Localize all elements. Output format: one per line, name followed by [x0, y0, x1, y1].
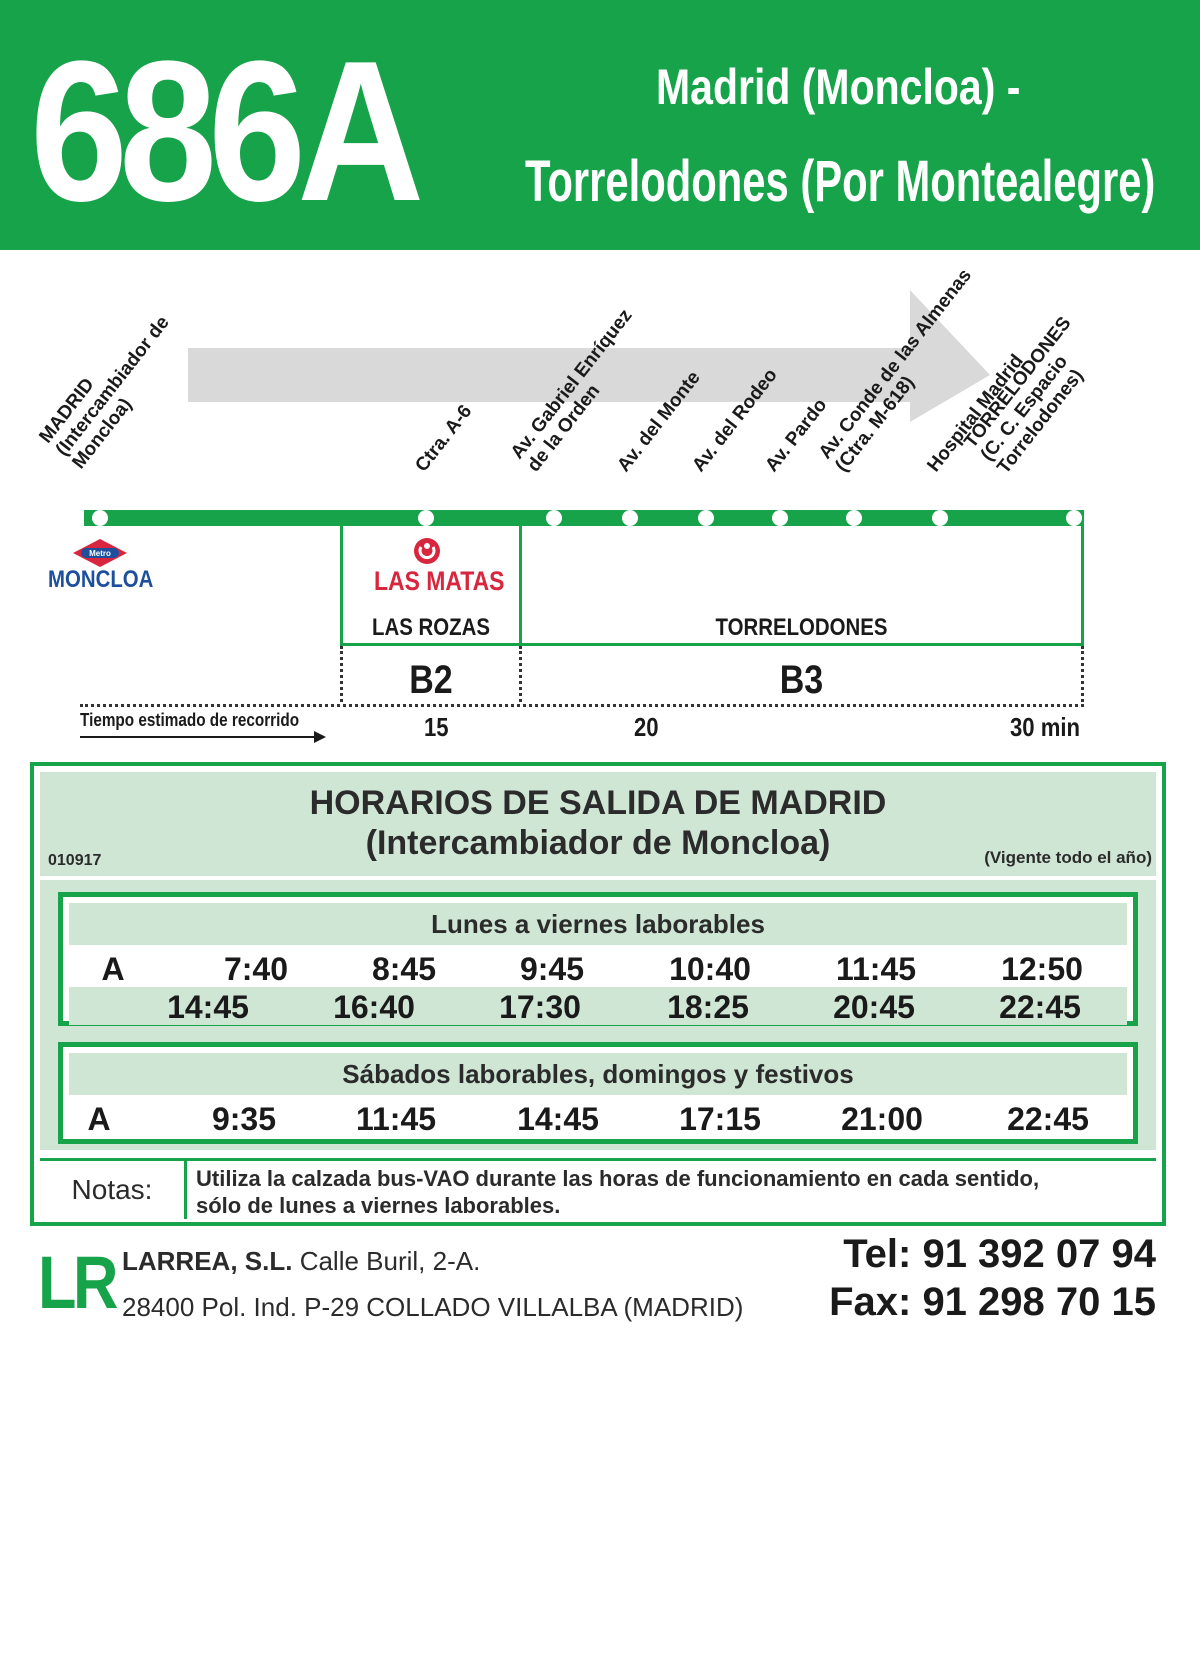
- stop-dot: [546, 510, 562, 526]
- metro-station-name: MONCLOA: [48, 566, 154, 593]
- route-number: 686A: [30, 20, 424, 243]
- svg-text:Metro: Metro: [89, 549, 111, 558]
- notes-text: Utiliza la calzada bus-VAO durante las h…: [196, 1165, 1152, 1219]
- stop-dot: [622, 510, 638, 526]
- schedule-time: 10:40: [669, 951, 751, 987]
- route-header: 686A Madrid (Moncloa) - Torrelodones (Po…: [0, 0, 1200, 250]
- schedule-time: 17:30: [499, 989, 581, 1025]
- stop-dot: [846, 510, 862, 526]
- weekday-schedule: Lunes a viernes laborables A 7:40 8:45 9…: [58, 892, 1138, 1026]
- schedule-row: A 9:35 11:45 14:45 17:15 21:00 22:45: [69, 1099, 1127, 1137]
- stop-dot: [772, 510, 788, 526]
- travel-time-30: 30 min: [1010, 712, 1081, 742]
- stop-dot: [92, 510, 108, 526]
- schedule-time: 20:45: [833, 989, 915, 1025]
- schedule-time: 11:45: [355, 1101, 437, 1137]
- schedule-time: 18:25: [667, 989, 749, 1025]
- weekday-heading: Lunes a viernes laborables: [69, 903, 1127, 945]
- validity-note: (Vigente todo el año): [984, 848, 1152, 867]
- schedule-time: 12:50: [1001, 951, 1083, 987]
- schedule-row: 14:45 16:40 17:30 18:25 20:45 22:45: [69, 987, 1127, 1025]
- schedule-row: A 7:40 8:45 9:45 10:40 11:45 12:50: [69, 949, 1127, 987]
- notes-label: Notas:: [40, 1161, 187, 1219]
- stop-dot: [698, 510, 714, 526]
- schedule-time: A: [87, 1101, 111, 1137]
- company-name: LARREA, S.L.: [122, 1246, 293, 1276]
- travel-time-caption: Tiempo estimado de recorrido: [80, 710, 300, 730]
- route-destination: Torrelodones (Por Montealegre): [525, 149, 1156, 214]
- weekend-schedule: Sábados laborables, domingos y festivos …: [58, 1042, 1138, 1144]
- schedule-time: 9:35: [211, 1101, 277, 1137]
- company-name-line: LARREA, S.L. Calle Buril, 2-A.: [122, 1246, 480, 1277]
- fare-divider: [1081, 646, 1084, 702]
- metro-icon: Metro: [73, 539, 127, 567]
- schedule-time: 22:45: [999, 989, 1081, 1025]
- schedule-time: 8:45: [371, 951, 437, 987]
- telephone: Tel: 91 392 07 94: [843, 1232, 1156, 1276]
- arrow-right-icon: [80, 731, 326, 743]
- schedule-time: 9:45: [519, 951, 585, 987]
- schedule-time: 14:45: [167, 989, 249, 1025]
- fare-zone-b2: B2: [409, 658, 453, 702]
- fare-divider: [519, 646, 522, 702]
- schedule-time: A: [101, 951, 125, 987]
- schedule-time: 11:45: [835, 951, 917, 987]
- timetable: HORARIOS DE SALIDA DE MADRID (Intercambi…: [30, 762, 1166, 1226]
- fare-divider: [340, 646, 343, 702]
- zone-name-las-rozas: LAS ROZAS: [372, 614, 490, 641]
- fare-zone-b3: B3: [779, 658, 824, 702]
- schedule-time: 7:40: [223, 951, 289, 987]
- time-scale-line: [80, 704, 1084, 707]
- company-logo: LR: [38, 1241, 118, 1324]
- notes-line: sólo de lunes a viernes laborables.: [196, 1193, 561, 1218]
- stop-dot: [1066, 510, 1082, 526]
- schedule-time: 17:15: [679, 1101, 761, 1137]
- timetable-body: Lunes a viernes laborables A 7:40 8:45 9…: [40, 880, 1156, 1150]
- notes-line: Utiliza la calzada bus-VAO durante las h…: [196, 1166, 1040, 1191]
- notes-section: Notas: Utiliza la calzada bus-VAO durant…: [40, 1158, 1156, 1219]
- timetable-title: HORARIOS DE SALIDA DE MADRID: [309, 784, 887, 822]
- stop-dot: [932, 510, 948, 526]
- schedule-time: 16:40: [333, 989, 415, 1025]
- route-origin: Madrid (Moncloa) -: [656, 59, 1021, 115]
- company-street: Calle Buril, 2-A.: [299, 1246, 481, 1276]
- travel-time-20: 20: [634, 712, 659, 742]
- company-address: 28400 Pol. Ind. P-29 COLLADO VILLALBA (M…: [122, 1292, 744, 1322]
- fax: Fax: 91 298 70 15: [829, 1280, 1156, 1324]
- stop-dot: [418, 510, 434, 526]
- timetable-header: HORARIOS DE SALIDA DE MADRID (Intercambi…: [40, 772, 1156, 876]
- schedule-time: 14:45: [517, 1101, 599, 1137]
- schedule-time: 21:00: [841, 1101, 923, 1137]
- document-code: 010917: [48, 852, 102, 869]
- route-diagram: MADRID (Intercambiador de Moncloa) Ctra.…: [0, 250, 1200, 750]
- zone-name-torrelodones: TORRELODONES: [715, 614, 888, 641]
- weekend-heading: Sábados laborables, domingos y festivos: [69, 1053, 1127, 1095]
- travel-time-15: 15: [424, 712, 449, 742]
- schedule-time: 22:45: [1007, 1101, 1089, 1137]
